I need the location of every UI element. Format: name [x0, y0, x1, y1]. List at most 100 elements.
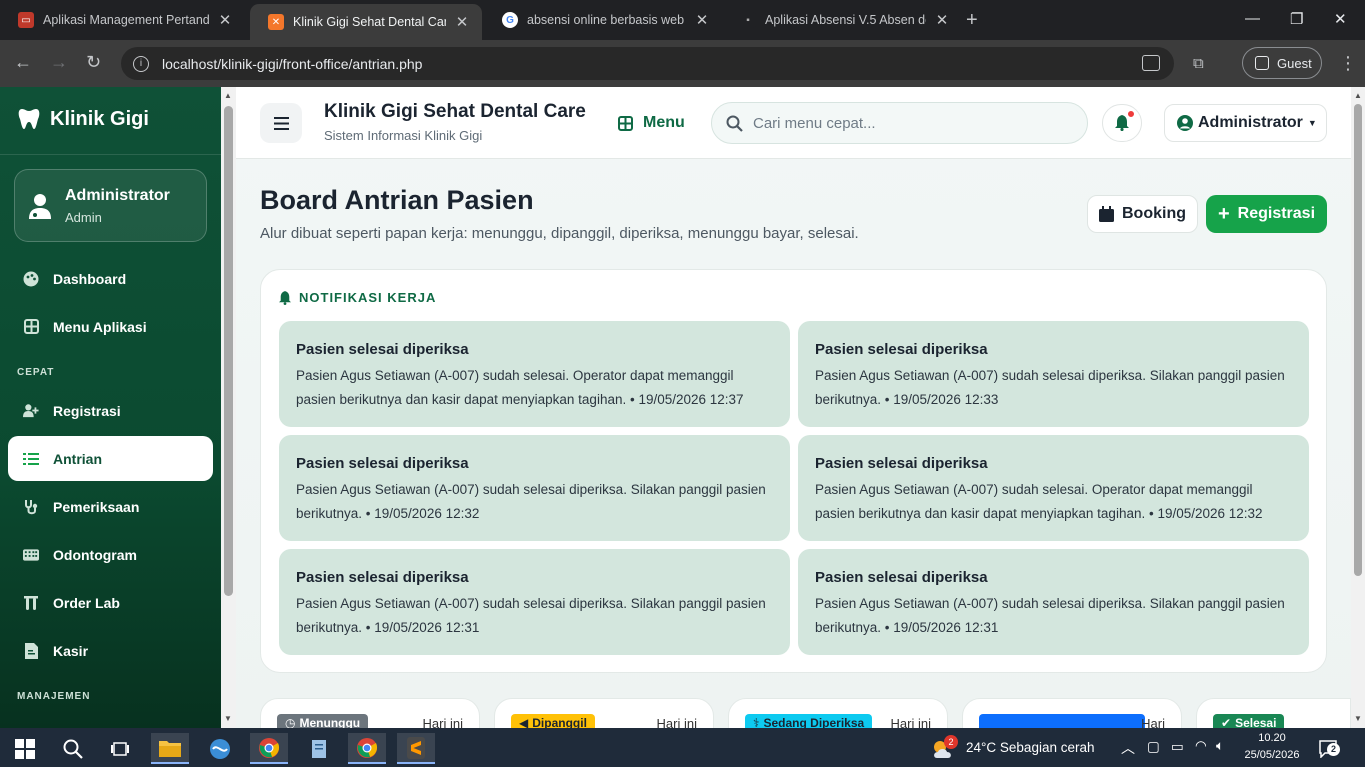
- weather-badge: 2: [944, 735, 958, 749]
- device-icon[interactable]: ▢: [1147, 739, 1160, 755]
- network-app-icon[interactable]: [201, 733, 239, 764]
- clock-date[interactable]: 25/05/2026: [1238, 749, 1306, 761]
- scroll-down-icon[interactable]: ▼: [1354, 714, 1362, 723]
- scroll-up-icon[interactable]: ▲: [1354, 91, 1362, 100]
- scroll-thumb[interactable]: [1354, 104, 1362, 576]
- profile-label: Guest: [1277, 55, 1312, 71]
- admin-dropdown[interactable]: Administrator ▼: [1164, 104, 1327, 142]
- megaphone-icon: ◀: [519, 716, 529, 728]
- registrasi-button[interactable]: + Registrasi: [1206, 195, 1327, 233]
- sidebar-scrollbar[interactable]: ▲ ▼: [221, 87, 236, 728]
- search-input[interactable]: [753, 114, 1053, 132]
- browser-tab[interactable]: G absensi online berbasis web ph ✕: [484, 0, 722, 40]
- notification-title: Pasien selesai diperiksa: [296, 569, 469, 586]
- lens-icon[interactable]: ⧉: [1193, 55, 1204, 72]
- plus-icon: +: [1217, 202, 1230, 225]
- sidebar-item-dashboard[interactable]: Dashboard: [8, 256, 213, 301]
- user-card[interactable]: Administrator Admin: [14, 169, 207, 242]
- browser-tab-active[interactable]: ✕ Klinik Gigi Sehat Dental Care ✕: [250, 4, 482, 40]
- section-label-cepat: CEPAT: [17, 367, 55, 378]
- site-info-icon[interactable]: i: [133, 55, 149, 72]
- user-plus-icon: [23, 403, 39, 419]
- notification-count-badge: 2: [1327, 743, 1340, 756]
- list-ol-icon: [23, 451, 39, 467]
- notification-body: Pasien Agus Setiawan (A-007) sudah seles…: [296, 482, 766, 521]
- user-doctor-icon: [29, 194, 51, 219]
- sublime-text-icon[interactable]: [397, 733, 435, 764]
- scroll-up-icon[interactable]: ▲: [224, 91, 232, 100]
- more-menu-icon[interactable]: ⋮: [1339, 53, 1357, 74]
- stat-card-dipanggil: ◀ Dipanggil Hari ini: [494, 698, 714, 728]
- search-box[interactable]: [711, 102, 1088, 144]
- notification-card[interactable]: Pasien selesai diperiksa Pasien Agus Set…: [279, 435, 790, 541]
- notification-button[interactable]: [1102, 104, 1142, 142]
- sidebar-item-odontogram[interactable]: Odontogram: [8, 532, 213, 577]
- notification-card[interactable]: Pasien selesai diperiksa Pasien Agus Set…: [279, 321, 790, 427]
- close-tab-icon[interactable]: ✕: [452, 13, 472, 31]
- notification-card[interactable]: Pasien selesai diperiksa Pasien Agus Set…: [798, 549, 1309, 655]
- notification-card[interactable]: Pasien selesai diperiksa Pasien Agus Set…: [798, 435, 1309, 541]
- chevron-up-icon[interactable]: ︿: [1121, 738, 1135, 758]
- notification-heading: NOTIFIKASI KERJA: [279, 290, 436, 305]
- wifi-icon[interactable]: ◠: [1195, 738, 1207, 754]
- notepad-icon[interactable]: [300, 733, 338, 764]
- main-content: Klinik Gigi Sehat Dental Care Sistem Inf…: [236, 87, 1351, 728]
- sidebar-item-menu-aplikasi[interactable]: Menu Aplikasi: [8, 304, 213, 349]
- stat-period: Hari ini: [656, 716, 697, 728]
- forward-icon[interactable]: →: [50, 52, 68, 73]
- battery-icon[interactable]: ▭: [1171, 739, 1184, 755]
- status-badge: [979, 714, 1145, 728]
- new-tab-icon[interactable]: +: [966, 9, 978, 32]
- notification-card[interactable]: Pasien selesai diperiksa Pasien Agus Set…: [279, 549, 790, 655]
- weather-text[interactable]: 24°C Sebagian cerah: [966, 740, 1095, 755]
- sidebar-item-antrian[interactable]: Antrian: [8, 436, 213, 481]
- status-badge-label: Sedang Diperiksa: [763, 716, 865, 728]
- sidebar-item-kasir[interactable]: Kasir: [8, 628, 213, 673]
- status-badge-label: Menunggu: [299, 716, 361, 728]
- status-badge-label: Dipanggil: [532, 716, 587, 728]
- browser-tab[interactable]: ▭ Aplikasi Management Pertandin ✕: [0, 0, 245, 40]
- chrome-icon[interactable]: [250, 733, 288, 764]
- profile-button[interactable]: Guest: [1242, 47, 1322, 79]
- sidebar-item-registrasi[interactable]: Registrasi: [8, 388, 213, 433]
- url-text[interactable]: localhost/klinik-gigi/front-office/antri…: [162, 56, 422, 72]
- sidebar-item-pemeriksaan[interactable]: Pemeriksaan: [8, 484, 213, 529]
- menu-button[interactable]: Menu: [618, 114, 685, 132]
- scroll-down-icon[interactable]: ▼: [224, 714, 232, 723]
- search-icon[interactable]: [54, 733, 92, 764]
- close-tab-icon[interactable]: ✕: [932, 11, 952, 29]
- address-bar[interactable]: i localhost/klinik-gigi/front-office/ant…: [121, 47, 1174, 80]
- notification-body: Pasien Agus Setiawan (A-007) sudah seles…: [815, 368, 1285, 407]
- task-view-icon[interactable]: [101, 733, 139, 764]
- clock-time[interactable]: 10.20: [1242, 732, 1302, 744]
- notification-body: Pasien Agus Setiawan (A-007) sudah seles…: [296, 368, 744, 407]
- file-explorer-icon[interactable]: [151, 733, 189, 764]
- chrome-icon[interactable]: [348, 733, 386, 764]
- sidebar-item-order-lab[interactable]: Order Lab: [8, 580, 213, 625]
- scroll-thumb[interactable]: [224, 106, 233, 596]
- check-circle-icon: ✔: [1221, 716, 1232, 728]
- browser-tab[interactable]: ▪ Aplikasi Absensi V.5 Absen den ✕: [722, 0, 962, 40]
- booking-button[interactable]: Booking: [1087, 195, 1198, 233]
- caret-down-icon: ▼: [1307, 118, 1317, 128]
- tooth-icon: [18, 109, 40, 129]
- page-scrollbar[interactable]: ▲ ▼: [1351, 87, 1365, 728]
- restore-icon[interactable]: ❐: [1290, 10, 1303, 28]
- translate-icon[interactable]: [1142, 55, 1160, 71]
- close-tab-icon[interactable]: ✕: [692, 11, 712, 29]
- reload-icon[interactable]: ↻: [86, 52, 101, 73]
- notification-card[interactable]: Pasien selesai diperiksa Pasien Agus Set…: [798, 321, 1309, 427]
- tab-title: Klinik Gigi Sehat Dental Care: [293, 15, 446, 29]
- hamburger-button[interactable]: [260, 103, 302, 143]
- back-icon[interactable]: ←: [14, 52, 32, 73]
- search-icon: [726, 115, 743, 132]
- volume-icon[interactable]: 🔈︎: [1216, 738, 1224, 754]
- windows-start-icon[interactable]: [6, 733, 44, 764]
- admin-label: Administrator: [1198, 114, 1303, 131]
- brand[interactable]: Klinik Gigi: [18, 107, 149, 131]
- minimize-icon[interactable]: —: [1245, 10, 1260, 27]
- keyboard-icon: [23, 547, 39, 563]
- close-tab-icon[interactable]: ✕: [215, 11, 235, 29]
- close-window-icon[interactable]: ✕: [1334, 10, 1347, 28]
- section-label-manajemen: MANAJEMEN: [17, 691, 91, 702]
